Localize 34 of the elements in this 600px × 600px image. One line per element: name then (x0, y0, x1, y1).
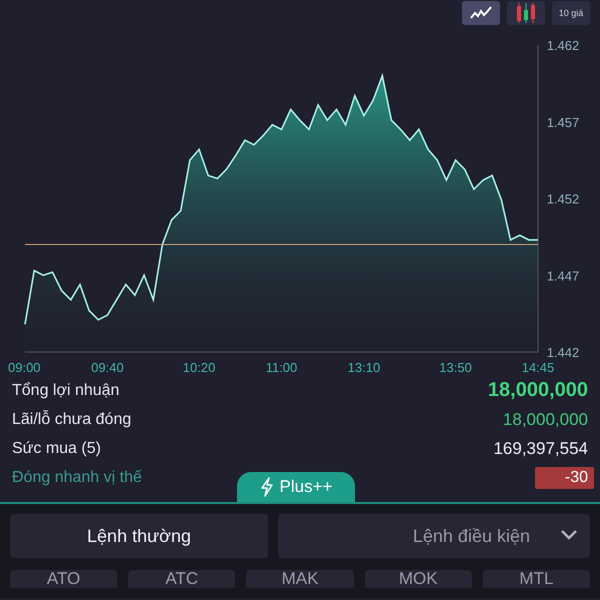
stat-value: 18,000,000 (488, 379, 588, 402)
axis-label: 13:10 (348, 360, 380, 375)
axis-label: 09:00 (8, 360, 41, 375)
order-type-button[interactable]: MAK (246, 570, 354, 588)
axis-label: 1.442 (546, 345, 580, 360)
axis-label: 13:50 (439, 360, 472, 375)
line-chart-icon (470, 6, 492, 20)
candlestick-button[interactable] (507, 1, 545, 25)
axis-label: 1.452 (546, 192, 580, 206)
axis-label: 10:20 (182, 360, 216, 375)
axis-label: 1.462 (546, 38, 580, 53)
price-levels-button[interactable]: 10 giá (552, 1, 590, 25)
order-tab[interactable]: Lệnh thường (10, 514, 268, 558)
axis-label: 09:40 (91, 360, 124, 375)
axis-label: 14:45 (522, 360, 554, 375)
stat-label: Lãi/lỗ chưa đóng (12, 410, 132, 428)
order-type-button[interactable]: MTL (482, 570, 590, 588)
order-tab[interactable]: Lệnh điều kiện (278, 514, 590, 558)
stat-value: 18,000,000 (502, 410, 588, 430)
plus-tab[interactable]: Plus++ (237, 472, 355, 502)
lightning-icon (260, 477, 274, 497)
quick-close-label: Đóng nhanh vị thế (12, 468, 142, 486)
stat-label: Tổng lợi nhuận (12, 382, 120, 400)
axis-label: 1.457 (546, 114, 580, 130)
axis-label: 11:00 (266, 360, 298, 375)
order-type-button[interactable]: MOK (364, 570, 472, 588)
quick-close-value[interactable]: -30 (534, 466, 594, 488)
stat-value: 169,397,554 (493, 438, 588, 458)
order-type-button[interactable]: ATC (128, 570, 236, 588)
order-type-button[interactable]: ATO (10, 570, 118, 588)
candlestick-icon (514, 3, 538, 23)
line-chart-button[interactable] (462, 1, 500, 25)
axis-label: 1.447 (546, 268, 580, 284)
stat-label: Sức mua (5) (12, 440, 101, 458)
